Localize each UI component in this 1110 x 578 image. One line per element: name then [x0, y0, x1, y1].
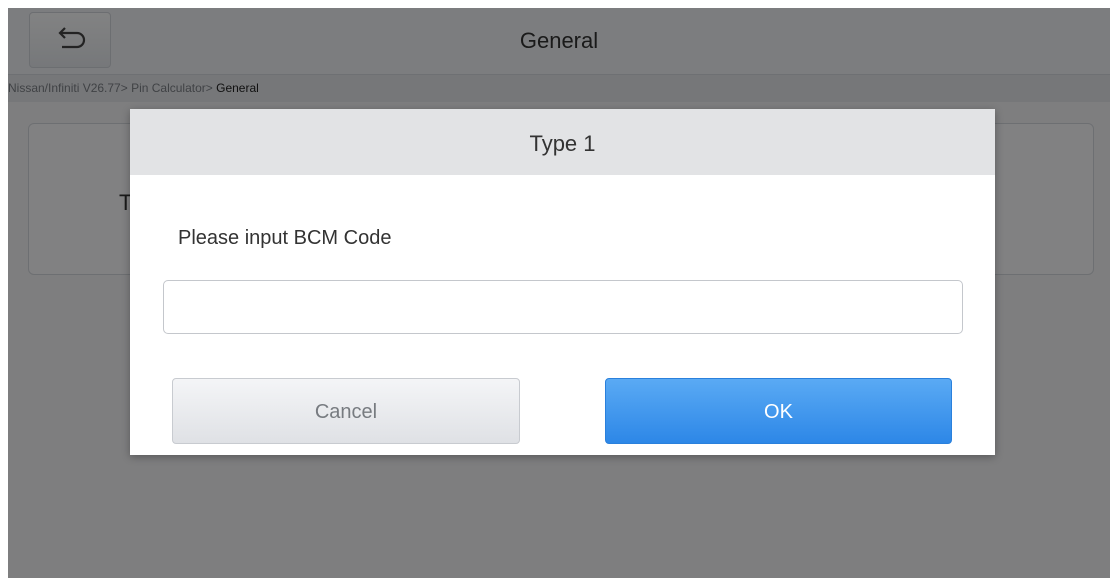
bcm-code-input[interactable]: [163, 280, 963, 334]
dialog-prompt: Please input BCM Code: [178, 227, 392, 249]
dialog-title: Type 1: [130, 109, 995, 175]
input-dialog: Type 1 Please input BCM Code Cancel OK: [130, 109, 995, 455]
app-screen: General Nissan/Infiniti V26.77> Pin Calc…: [8, 8, 1110, 578]
ok-button[interactable]: OK: [605, 378, 952, 444]
cancel-button[interactable]: Cancel: [172, 378, 520, 444]
